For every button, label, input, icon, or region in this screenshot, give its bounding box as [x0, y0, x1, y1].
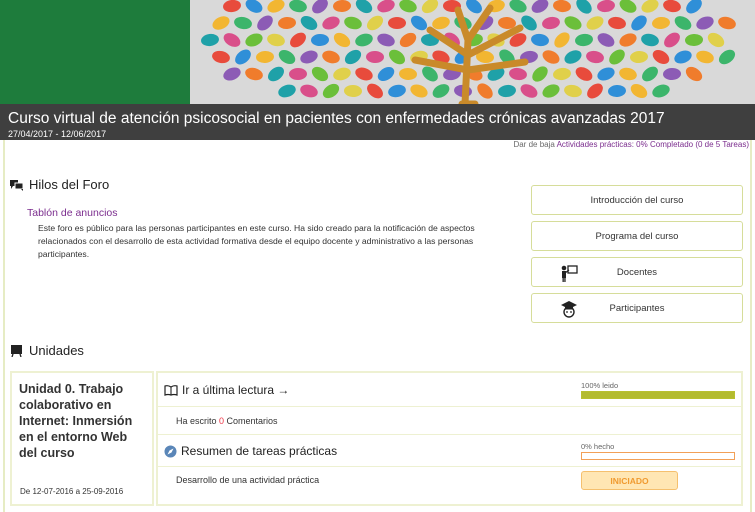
units-section-header: Unidades [10, 343, 84, 358]
comments-text: Ha escrito 0 Comentarios [176, 416, 278, 426]
compass-icon [164, 445, 177, 457]
comments-suffix: Comentarios [224, 416, 278, 426]
tasks-summary-row: Resumen de tareas prácticas 0% hecho [158, 435, 741, 467]
teacher-board-icon [561, 265, 578, 282]
activity-label[interactable]: Desarrollo de una actividad práctica [176, 475, 319, 485]
top-links: Dar de baja Actividades prácticas: 0% Co… [513, 140, 749, 150]
participants-button[interactable]: Participantes [531, 293, 743, 323]
course-dates: 27/04/2017 - 12/06/2017 [8, 129, 107, 139]
graduate-student-icon [561, 301, 577, 318]
forum-section-header: Hilos del Foro [10, 177, 109, 192]
last-reading-row: Ir a última lectura → 100% leido [158, 373, 741, 407]
last-reading-label: Ir a última lectura → [182, 383, 290, 397]
read-progress-bar [581, 391, 735, 399]
intro-course-label: Introducción del curso [590, 194, 684, 206]
forum-section-title: Hilos del Foro [29, 177, 110, 192]
tasks-summary-link[interactable]: Resumen de tareas prácticas [164, 444, 337, 458]
course-title-bar: Curso virtual de atención psicosocial en… [0, 104, 755, 140]
unit-0-dates: De 12-07-2016 a 25-09-2016 [20, 487, 124, 496]
announcement-board-description: Este foro es público para las personas p… [38, 223, 475, 259]
unit-0-panel: Ir a última lectura → 100% leido Ha escr… [156, 371, 743, 506]
announcement-board-link[interactable]: Tablón de anuncios [27, 207, 118, 219]
unit-0-card[interactable]: Unidad 0. Trabajo colaborativo en Intern… [10, 371, 154, 506]
course-program-button[interactable]: Programa del curso [531, 221, 743, 251]
course-banner: Curso virtual de atención psicosocial en… [0, 0, 755, 140]
intro-course-button[interactable]: Introducción del curso [531, 185, 743, 215]
activities-progress-link[interactable]: Actividades prácticas: 0% Completado (0 … [557, 140, 749, 149]
banner-green-block [0, 0, 190, 104]
done-progress-label: 0% hecho [581, 442, 615, 451]
comments-prefix: Ha escrito [176, 416, 220, 426]
read-progress-label: 100% leido [581, 381, 619, 390]
participants-label: Participantes [609, 302, 665, 314]
banner-tree-image [190, 0, 755, 104]
unsubscribe-link[interactable]: Dar de baja [513, 140, 554, 149]
banner-leaf [388, 17, 406, 29]
done-progress-bar [581, 452, 735, 460]
course-program-label: Programa del curso [595, 230, 679, 242]
teachers-label: Docentes [616, 266, 658, 278]
activity-status-button[interactable]: INICIADO [581, 471, 678, 490]
teachers-button[interactable]: Docentes [531, 257, 743, 287]
activity-row: Desarrollo de una actividad práctica INI… [158, 467, 741, 504]
chat-bubbles-icon [10, 179, 23, 191]
unit-0-title[interactable]: Unidad 0. Trabajo colaborativo en Intern… [19, 381, 145, 461]
units-section-title: Unidades [29, 343, 84, 358]
comments-row: Ha escrito 0 Comentarios [158, 407, 741, 435]
open-book-icon [164, 384, 178, 396]
read-progress-fill [582, 392, 734, 398]
last-reading-link[interactable]: Ir a última lectura → [164, 383, 289, 397]
tasks-summary-label: Resumen de tareas prácticas [181, 444, 338, 458]
blackboard-icon [11, 344, 22, 357]
course-title: Curso virtual de atención psicosocial en… [8, 110, 665, 127]
